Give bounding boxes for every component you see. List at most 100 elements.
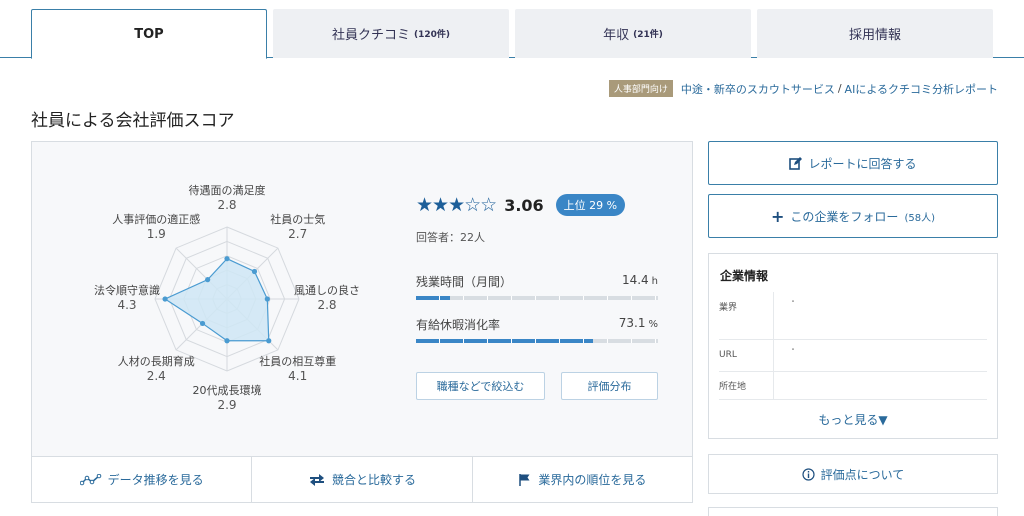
radar-axis-label: 人事評価の適正感 1.9 <box>112 213 200 241</box>
radar-axis-value: 1.9 <box>146 227 166 242</box>
radar-axis-name: 人材の長期育成 <box>117 354 195 368</box>
tab-label: 採用情報 <box>848 28 901 43</box>
metric-value: 73.1 <box>618 316 646 330</box>
about-score-label: 評価点について <box>820 467 905 482</box>
info-value[interactable]: ・ <box>789 344 797 355</box>
radar-axis-value: 2.7 <box>288 227 308 242</box>
tab-count: (21件) <box>633 30 663 40</box>
radar-point <box>266 338 272 344</box>
compare-arrows-icon <box>309 473 324 486</box>
total-score: 3.06 <box>504 195 544 215</box>
radar-point <box>162 296 168 302</box>
radar-axis-label: 風通しの良さ 2.8 <box>294 284 360 312</box>
next-panel-edge <box>708 507 998 516</box>
answer-report-label: レポートに回答する <box>808 156 917 171</box>
filter-button[interactable]: 職種などで絞込む <box>416 372 545 400</box>
info-separator <box>773 292 774 339</box>
tab-count: (120件) <box>414 30 451 40</box>
radar-axis-name: 社員の相互尊重 <box>259 354 337 368</box>
score-row: ★★★☆☆ 3.06 上位 29 % <box>416 194 626 216</box>
radar-axis-name: 人事評価の適正感 <box>112 213 201 227</box>
trend-label: データ推移を見る <box>107 473 204 487</box>
answer-report-button[interactable]: レポートに回答する <box>708 141 998 185</box>
section-title: 社員による会社評価スコア <box>31 111 235 131</box>
promo-divider: / <box>837 82 842 95</box>
trend-line-icon <box>79 473 101 485</box>
radar-axis-value: 2.8 <box>217 198 237 212</box>
tab-recruit[interactable]: 採用情報 <box>757 9 993 58</box>
info-row-address: 所在地 <box>719 372 987 400</box>
radar-point <box>199 320 206 327</box>
respondent-count: 回答者：22人 <box>416 231 485 244</box>
metric-unit: h <box>651 276 658 287</box>
radar-axis-label: 待遇面の満足度 2.8 <box>189 184 266 212</box>
radar-axis-name: 法令順守意識 <box>94 284 160 297</box>
tab-top[interactable]: TOP <box>31 9 267 59</box>
radar-axis-value: 4.3 <box>117 298 137 312</box>
metric-unit: % <box>648 319 658 330</box>
trend-button[interactable]: データ推移を見る <box>32 457 253 502</box>
overtime-metric: 残業時間（月間） 14.4 h <box>416 273 658 300</box>
radar-point <box>251 268 258 275</box>
radar-axis-name: 風通しの良さ <box>294 284 360 297</box>
metric-value: 14.4 <box>621 273 649 287</box>
company-info-panel: 企業情報 業界 ・ URL ・ 所在地 もっと見る▼ <box>708 253 998 439</box>
follow-label: この企業をフォロー <box>790 209 899 224</box>
score-card: 待遇面の満足度 2.8 社員の士気 2.7 風通しの良さ 2.8 社員の相互尊重 4.1 20代… <box>31 141 693 503</box>
about-score-button[interactable]: 評価点について <box>708 454 998 494</box>
compare-button[interactable]: 競合と比較する <box>252 457 473 502</box>
stars-empty: ☆☆ <box>464 194 497 216</box>
radar-axis-name: 社員の士気 <box>270 213 326 227</box>
radar-axis-value: 2.8 <box>317 298 337 312</box>
info-key: 所在地 <box>719 382 747 392</box>
follow-count: (58人) <box>904 212 935 224</box>
follow-button[interactable]: + この企業をフォロー (58人) <box>708 194 998 238</box>
rank-badge: 上位 29 % <box>555 194 626 216</box>
radar-axis-label: 法令順守意識 4.3 <box>94 284 160 312</box>
info-row-url: URL ・ <box>719 340 987 372</box>
hr-badge: 人事部門向け <box>608 80 673 97</box>
tab-bar: TOP 社員クチコミ (120件) 年収 (21件) 採用情報 <box>0 0 1024 59</box>
info-separator <box>773 372 774 399</box>
compare-label: 競合と比較する <box>331 473 416 487</box>
overtime-bar <box>416 296 658 300</box>
paid-leave-metric: 有給休暇消化率 73.1% <box>416 316 658 343</box>
info-key: URL <box>719 350 737 360</box>
industry-rank-label: 業界内の順位を見る <box>538 473 647 487</box>
tab-label: 社員クチコミ <box>331 28 410 43</box>
stars-filled: ★★★ <box>416 194 465 216</box>
distribution-button[interactable]: 評価分布 <box>561 372 658 400</box>
flag-icon <box>519 473 530 486</box>
radar-axis-label: 人材の長期育成 2.4 <box>118 355 195 383</box>
bar-ticks <box>416 296 658 300</box>
metric-label: 残業時間（月間） <box>416 275 513 289</box>
more-link[interactable]: もっと見る▼ <box>709 411 997 428</box>
tab-salary[interactable]: 年収 (21件) <box>515 9 751 58</box>
radar-point <box>205 277 211 283</box>
radar-axis-label: 社員の相互尊重 4.1 <box>259 355 336 383</box>
radar-axis-value: 4.1 <box>288 368 308 383</box>
industry-rank-button[interactable]: 業界内の順位を見る <box>473 457 692 502</box>
radar-axis-name: 20代成長環境 <box>192 384 262 397</box>
tab-label: 年収 <box>603 28 630 43</box>
info-key: 業界 <box>719 303 738 313</box>
radar-axis-value: 2.9 <box>217 398 237 412</box>
radar-point <box>264 296 270 302</box>
paid-leave-bar <box>416 339 658 343</box>
radar-point <box>224 338 230 344</box>
bar-ticks <box>416 339 658 343</box>
hr-promo: 人事部門向け 中途・新卒のスカウトサービス / AIによるクチコミ分析レポート <box>608 80 998 97</box>
edit-icon <box>789 156 803 170</box>
info-icon <box>802 467 815 481</box>
plus-icon: + <box>771 206 785 226</box>
info-row-industry: 業界 ・ <box>719 292 987 340</box>
company-info-title: 企業情報 <box>720 269 769 283</box>
star-rating: ★★★☆☆ <box>416 194 497 216</box>
metric-label: 有給休暇消化率 <box>416 318 501 332</box>
radar-axis-label: 20代成長環境 2.9 <box>193 384 262 412</box>
info-separator <box>773 340 774 371</box>
info-value: ・ <box>789 297 797 306</box>
ai-report-link[interactable]: AIによるクチコミ分析レポート <box>845 81 998 97</box>
tab-reviews[interactable]: 社員クチコミ (120件) <box>273 9 509 58</box>
scout-link[interactable]: 中途・新卒のスカウトサービス <box>681 81 835 97</box>
